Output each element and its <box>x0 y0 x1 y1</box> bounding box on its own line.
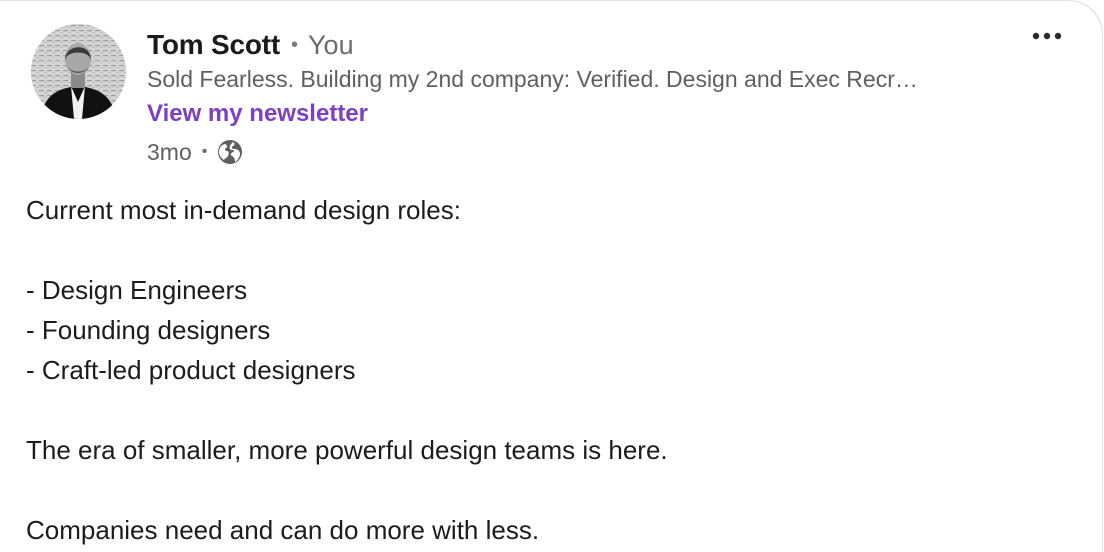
avatar-photo-icon <box>31 24 126 119</box>
separator-dot: • <box>201 143 208 160</box>
author-headline: Sold Fearless. Building my 2nd company: … <box>147 66 918 92</box>
post-meta: 3mo • <box>147 137 244 167</box>
connection-degree: You <box>308 29 354 60</box>
post-timestamp: 3mo <box>147 138 192 165</box>
role-list-item: - Founding designers <box>26 315 271 345</box>
separator-dot: • <box>291 33 299 56</box>
post-statement: The era of smaller, more powerful design… <box>26 435 668 465</box>
post-intro: Current most in-demand design roles: <box>26 195 461 225</box>
author-avatar[interactable] <box>31 24 126 119</box>
post-text: Current most in-demand design roles: - D… <box>26 190 1076 550</box>
author-name-row: Tom Scott • You <box>147 28 354 62</box>
post-card: Tom Scott • You Sold Fearless. Building … <box>0 0 1103 552</box>
author-name[interactable]: Tom Scott <box>147 29 280 61</box>
more-options-button[interactable] <box>1025 20 1069 52</box>
role-list-item: - Craft-led product designers <box>26 355 356 385</box>
role-list-item: - Design Engineers <box>26 275 248 305</box>
ellipsis-icon <box>1032 32 1062 40</box>
view-newsletter-link[interactable]: View my newsletter <box>147 100 368 128</box>
globe-icon <box>216 138 244 166</box>
post-closing: Companies need and can do more with less… <box>26 515 540 545</box>
